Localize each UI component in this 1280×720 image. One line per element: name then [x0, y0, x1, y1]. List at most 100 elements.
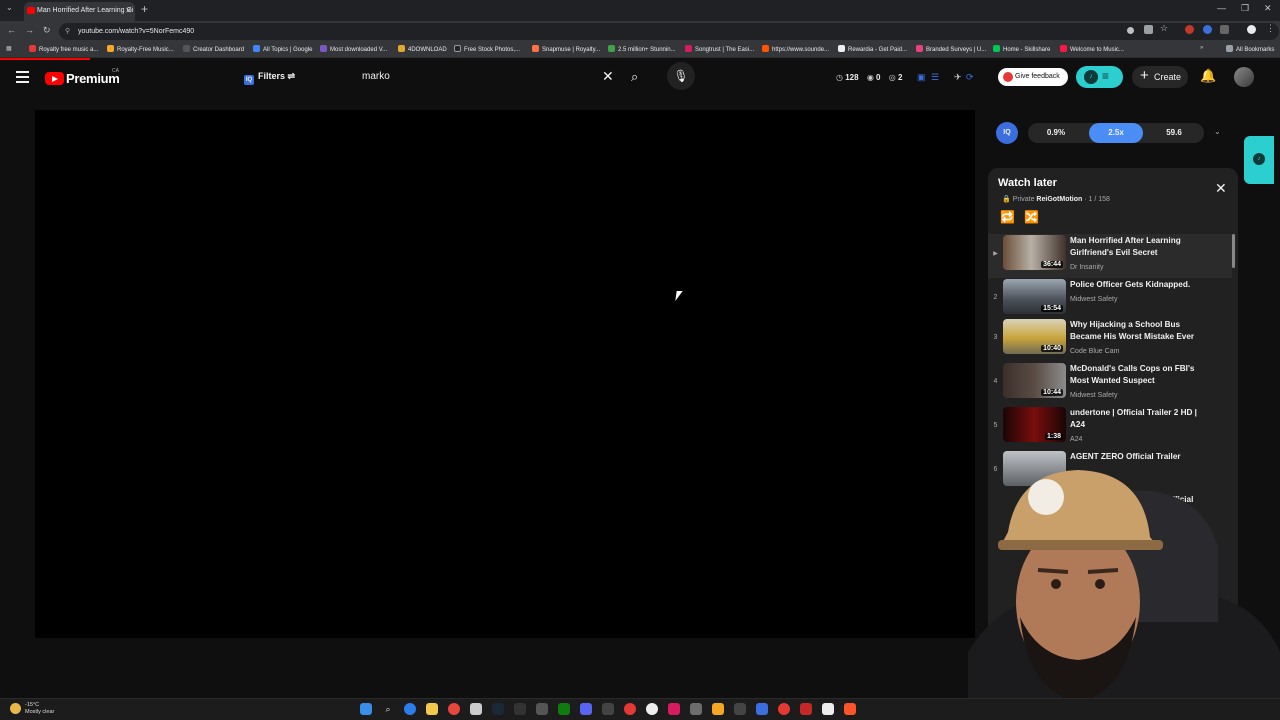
video-editor-icon[interactable]: [800, 703, 812, 715]
channel-name[interactable]: Midwest Safety: [1070, 392, 1117, 399]
filters-button[interactable]: IQ Filters ⇌: [244, 71, 295, 85]
video-title[interactable]: Why Hijacking a School Bus Became His Wo…: [1070, 319, 1210, 343]
all-bookmarks-folder[interactable]: All Bookmarks: [1226, 45, 1274, 53]
discord-icon[interactable]: [580, 703, 592, 715]
extension-iq-icon[interactable]: [1203, 25, 1212, 34]
channel-name[interactable]: A24: [1070, 436, 1082, 443]
chrome-icon[interactable]: [448, 703, 460, 715]
video-title[interactable]: Man Horrified After Learning Girlfriend'…: [1070, 235, 1210, 259]
video-thumbnail[interactable]: 15:54: [1003, 279, 1066, 314]
capcut-icon[interactable]: [822, 703, 834, 715]
iq-badge-icon[interactable]: ▣: [917, 72, 926, 83]
close-icon[interactable]: ✕: [1215, 180, 1227, 197]
steam-icon[interactable]: [492, 703, 504, 715]
back-icon[interactable]: ←: [7, 25, 16, 35]
video-thumbnail[interactable]: 1:38: [1003, 407, 1066, 442]
speed-option-active[interactable]: 2.5x: [1089, 123, 1143, 143]
store-icon[interactable]: [470, 703, 482, 715]
channel-name[interactable]: Midwest Safety: [1070, 296, 1117, 303]
zoom-icon[interactable]: [1127, 27, 1134, 34]
tab-search-icon[interactable]: ⌄: [6, 3, 13, 12]
tab-close-icon[interactable]: ✕: [125, 2, 132, 19]
speed-option[interactable]: 59.6: [1147, 123, 1201, 143]
bookmark-item[interactable]: Welcome to Music...: [1060, 45, 1124, 53]
cast-icon[interactable]: [1144, 25, 1153, 34]
bookmark-item[interactable]: Creator Dashboard: [183, 45, 244, 53]
bookmark-item[interactable]: https://www.sounde...: [762, 45, 829, 53]
forward-icon[interactable]: →: [25, 25, 34, 35]
chevron-down-icon[interactable]: ⌄: [1214, 127, 1221, 136]
bookmark-item[interactable]: 2.5 million+ Stunnin...: [608, 45, 676, 53]
list-settings-icon[interactable]: ☰: [931, 72, 939, 83]
video-player[interactable]: [35, 110, 975, 638]
extension-toggle-button[interactable]: ♪ ≡: [1076, 66, 1123, 88]
extension-record-icon[interactable]: [1185, 25, 1194, 34]
apps-grid-icon[interactable]: ▦: [6, 45, 12, 52]
channel-name[interactable]: Code Blue Cam: [1070, 348, 1119, 355]
xbox-icon[interactable]: [558, 703, 570, 715]
video-title[interactable]: Police Officer Gets Kidnapped.: [1070, 279, 1210, 291]
maximize-icon[interactable]: ❐: [1241, 3, 1249, 14]
playlist-title[interactable]: Watch later: [998, 177, 1057, 189]
loop-icon[interactable]: 🔁: [1000, 210, 1015, 224]
playlist-item[interactable]: 3 10:40 Why Hijacking a School Bus Becam…: [988, 318, 1232, 362]
playlist-scrollbar[interactable]: [1232, 234, 1235, 268]
profile-icon[interactable]: [1247, 25, 1256, 34]
create-button[interactable]: Create: [1132, 65, 1188, 88]
bookmark-item[interactable]: Royalty free music a...: [29, 45, 98, 53]
playlist-item-current[interactable]: ▶ 36:44 Man Horrified After Learning Gir…: [988, 234, 1232, 278]
tiktok-icon[interactable]: [668, 703, 680, 715]
reload-icon[interactable]: ↻: [43, 25, 51, 36]
shuffle-icon[interactable]: 🔀: [1024, 210, 1039, 224]
bookmark-item[interactable]: Branded Surveys | U...: [916, 45, 986, 53]
brave-icon[interactable]: [844, 703, 856, 715]
file-explorer-icon[interactable]: [426, 703, 438, 715]
search-icon[interactable]: ⌕: [382, 703, 394, 715]
video-thumbnail[interactable]: 36:44: [1003, 235, 1066, 270]
sync-icon[interactable]: ⟳: [966, 72, 974, 83]
weather-widget[interactable]: -15°C Mostly clear: [9, 702, 54, 716]
bookmark-folder[interactable]: 4DOWNLOAD: [398, 45, 447, 53]
pencil-icon[interactable]: [712, 703, 724, 715]
window-close-icon[interactable]: ✕: [1264, 3, 1272, 14]
bookmarks-overflow-icon[interactable]: »: [1200, 45, 1203, 51]
channel-name[interactable]: Dr Insanity: [1070, 264, 1103, 271]
playlist-item[interactable]: 2 15:54 Police Officer Gets Kidnapped. M…: [988, 278, 1232, 322]
speedometer-icon[interactable]: [514, 703, 526, 715]
settings-icon[interactable]: [690, 703, 702, 715]
new-tab-icon[interactable]: +: [141, 2, 148, 16]
notifications-bell-icon[interactable]: 🔔: [1200, 68, 1216, 84]
search-icon[interactable]: ⌕: [631, 69, 638, 85]
app-red-icon[interactable]: [778, 703, 790, 715]
diamond-icon[interactable]: [756, 703, 768, 715]
bookmark-item[interactable]: Home - Skillshare: [993, 45, 1050, 53]
playlist-item[interactable]: 5 1:38 undertone | Official Trailer 2 HD…: [988, 406, 1232, 450]
clear-search-icon[interactable]: ✕: [602, 68, 614, 85]
speed-option[interactable]: 0.9%: [1029, 123, 1083, 143]
extensions-puzzle-icon[interactable]: [1220, 25, 1229, 34]
bookmark-star-icon[interactable]: ☆: [1160, 23, 1169, 33]
site-info-icon[interactable]: ⚲: [65, 23, 70, 40]
guide-menu-icon[interactable]: [16, 71, 29, 83]
record-icon[interactable]: [624, 703, 636, 715]
give-feedback-button[interactable]: Give feedback: [998, 68, 1068, 86]
video-thumbnail[interactable]: 10:40: [1003, 319, 1066, 354]
youtube-logo-icon[interactable]: [45, 72, 64, 85]
address-bar[interactable]: ⚲ youtube.com/watch?v=5NorFemc490: [59, 23, 1279, 40]
video-thumbnail[interactable]: 10:44: [1003, 363, 1066, 398]
obs-icon[interactable]: [602, 703, 614, 715]
video-title[interactable]: McDonald's Calls Cops on FBI's Most Want…: [1070, 363, 1210, 387]
minimize-icon[interactable]: —: [1217, 3, 1226, 13]
video-title[interactable]: undertone | Official Trailer 2 HD | A24: [1070, 407, 1210, 431]
browser-menu-icon[interactable]: ⋮: [1266, 23, 1275, 33]
bookmark-item[interactable]: Free Stock Photos,...: [454, 45, 520, 53]
browser-tab[interactable]: Man Horrified After Learning Gi ✕: [24, 2, 135, 21]
bookmark-item[interactable]: Rewardia - Get Paid...: [838, 45, 907, 53]
audio-icon[interactable]: [734, 703, 746, 715]
bookmark-item[interactable]: Most downloaded V...: [320, 45, 387, 53]
extension-side-tab[interactable]: ♪: [1244, 136, 1274, 184]
bookmark-item[interactable]: Songtrust | The Easi...: [685, 45, 754, 53]
search-input[interactable]: marko: [362, 71, 390, 82]
edge-icon[interactable]: [404, 703, 416, 715]
bookmark-item[interactable]: Snapmuse | Royalty...: [532, 45, 600, 53]
